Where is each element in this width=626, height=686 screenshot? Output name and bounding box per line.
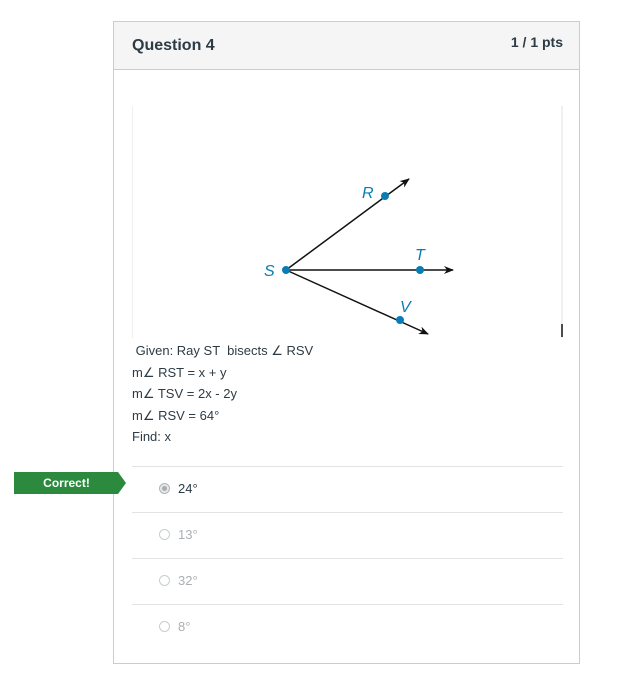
question-points: 1 / 1 pts [510,34,563,50]
question-card: Question 4 1 / 1 pts S R T V Given: Ray … [113,21,580,664]
point-v [396,316,404,324]
radio-button[interactable] [159,575,170,586]
answer-label: 8° [178,619,191,634]
answer-label: 13° [178,527,198,542]
prompt-find: Find: x [132,429,172,444]
correct-label: Correct! [43,476,90,490]
correct-answer-flag: Correct! [14,472,126,494]
ray-sr [285,178,410,271]
prompt-given: Given: Ray ST bisects ∠ RSV [132,343,314,358]
radio-button-selected[interactable] [159,483,170,494]
question-prompt: Given: Ray ST bisects ∠ RSV m∠ RST = x +… [132,340,313,448]
answer-option[interactable]: 13° [132,512,563,558]
prompt-rsv: m∠ RSV = 64° [132,407,220,423]
prompt-rst: m∠ RST = x + y [132,364,227,380]
radio-button[interactable] [159,621,170,632]
label-t: T [415,247,426,264]
label-v: V [400,299,412,316]
question-header: Question 4 1 / 1 pts [114,22,579,70]
answer-label: 32° [178,573,198,588]
angle-figure: S R T V [132,106,563,338]
answer-label: 24° [178,481,198,496]
question-title: Question 4 [132,37,215,54]
answer-option[interactable]: 24° [132,466,563,512]
answer-option[interactable]: 8° [132,604,563,650]
answer-option[interactable]: 32° [132,558,563,604]
answer-list: 24° 13° 32° 8° [132,466,563,650]
point-r [381,192,389,200]
point-s [282,266,290,274]
radio-button[interactable] [159,529,170,540]
label-s: S [264,263,275,280]
label-r: R [362,185,374,202]
prompt-tsv: m∠ TSV = 2x - 2y [132,386,237,401]
point-t [416,266,424,274]
